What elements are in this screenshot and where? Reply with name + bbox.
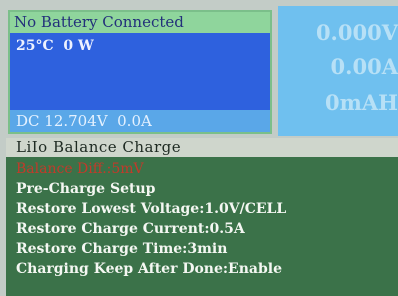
menu-item-restore-charge-current[interactable]: Restore Charge Current:0.5A <box>16 219 398 239</box>
battery-status-panel: No Battery Connected 25°C 0 W DC 12.704V… <box>8 10 272 134</box>
charger-lcd-screen: No Battery Connected 25°C 0 W DC 12.704V… <box>0 0 398 296</box>
output-readout-panel: 0.000V 0.00A 0mAH <box>278 6 398 136</box>
menu-item-pre-charge-setup[interactable]: Pre-Charge Setup <box>16 179 398 199</box>
dc-voltage-readout: DC 12.704V <box>16 112 108 130</box>
menu-item-balance-diff[interactable]: Balance Diff.:5mV <box>16 159 398 179</box>
menu-item-restore-charge-time[interactable]: Restore Charge Time:3min <box>16 239 398 259</box>
menu-item-charging-keep-after-done[interactable]: Charging Keep After Done:Enable <box>16 259 398 279</box>
menu-title: LiIo Balance Charge <box>6 138 398 157</box>
output-current-readout: 0.00A <box>330 54 398 79</box>
dc-input-row: DC 12.704V 0.0A <box>10 110 270 132</box>
temperature-power-row: 25°C 0 W <box>16 38 94 54</box>
menu-item-restore-lowest-voltage[interactable]: Restore Lowest Voltage:1.0V/CELL <box>16 199 398 219</box>
power-readout: 0 W <box>63 38 94 54</box>
dc-current-readout: 0.0A <box>117 112 152 130</box>
output-voltage-readout: 0.000V <box>315 20 398 45</box>
battery-status-header: No Battery Connected <box>10 12 270 33</box>
charge-settings-menu: LiIo Balance Charge Balance Diff.:5mV Pr… <box>6 138 398 296</box>
menu-list: Balance Diff.:5mV Pre-Charge Setup Resto… <box>6 157 398 279</box>
output-capacity-readout: 0mAH <box>325 90 398 115</box>
temperature-readout: 25°C <box>16 38 54 54</box>
